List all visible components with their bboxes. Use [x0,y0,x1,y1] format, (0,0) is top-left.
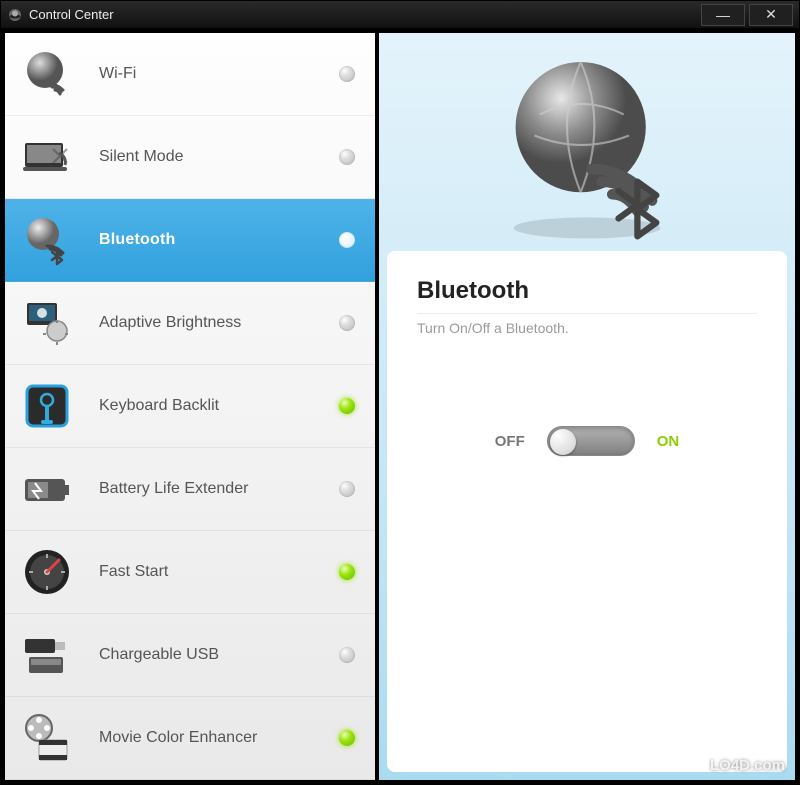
toggle-knob [550,429,576,455]
window-title: Control Center [29,7,697,22]
fast-start-icon [19,544,75,600]
wifi-globe-icon [19,46,75,102]
status-indicator [339,398,355,414]
sidebar-item-label: Keyboard Backlit [99,396,219,416]
hero-illustration [387,41,787,251]
battery-icon [19,461,75,517]
toggle-on-label: ON [657,433,680,450]
bluetooth-toggle[interactable] [547,426,635,456]
sidebar-item-wifi[interactable]: Wi-Fi [5,33,375,116]
brightness-icon [19,295,75,351]
status-indicator [339,149,355,165]
panel-description: Turn On/Off a Bluetooth. [417,313,757,336]
detail-panel: Bluetooth Turn On/Off a Bluetooth. OFF O… [387,251,787,772]
control-center-window: Control Center — ✕ Wi-Fi [0,0,800,785]
sidebar-item-fast-start[interactable]: Fast Start [5,531,375,614]
toggle-row: OFF ON [417,426,757,456]
sidebar-item-keyboard-backlit[interactable]: Keyboard Backlit [5,365,375,448]
status-indicator [339,730,355,746]
app-icon [7,7,23,23]
status-indicator [339,232,355,248]
minimize-button[interactable]: — [701,4,745,26]
sidebar-item-bluetooth[interactable]: Bluetooth [5,199,375,282]
status-indicator [339,564,355,580]
keyboard-backlit-icon [19,378,75,434]
silent-mode-icon [19,129,75,185]
usb-icon [19,627,75,683]
sidebar-item-label: Battery Life Extender [99,479,248,499]
panel-title: Bluetooth [417,277,757,305]
toggle-off-label: OFF [495,433,525,450]
movie-icon [19,710,75,766]
titlebar[interactable]: Control Center — ✕ [1,1,799,29]
sidebar-item-battery-life-extender[interactable]: Battery Life Extender [5,448,375,531]
bluetooth-globe-icon [19,212,75,268]
sidebar-item-label: Bluetooth [99,230,175,250]
sidebar-item-label: Movie Color Enhancer [99,728,257,748]
sidebar-item-label: Chargeable USB [99,645,219,665]
sidebar-item-label: Silent Mode [99,147,184,167]
status-indicator [339,481,355,497]
status-indicator [339,66,355,82]
sidebar-item-movie-color-enhancer[interactable]: Movie Color Enhancer [5,697,375,780]
sidebar-item-silent-mode[interactable]: Silent Mode [5,116,375,199]
sidebar-item-label: Adaptive Brightness [99,313,241,333]
sidebar-item-chargeable-usb[interactable]: Chargeable USB [5,614,375,697]
close-button[interactable]: ✕ [749,4,793,26]
sidebar-item-label: Wi-Fi [99,64,136,84]
status-indicator [339,647,355,663]
status-indicator [339,315,355,331]
client-area: Wi-Fi Silent Mode [1,29,799,784]
sidebar-item-label: Fast Start [99,562,168,582]
main-panel: Bluetooth Turn On/Off a Bluetooth. OFF O… [379,33,795,780]
sidebar-item-adaptive-brightness[interactable]: Adaptive Brightness [5,282,375,365]
sidebar: Wi-Fi Silent Mode [5,33,375,780]
